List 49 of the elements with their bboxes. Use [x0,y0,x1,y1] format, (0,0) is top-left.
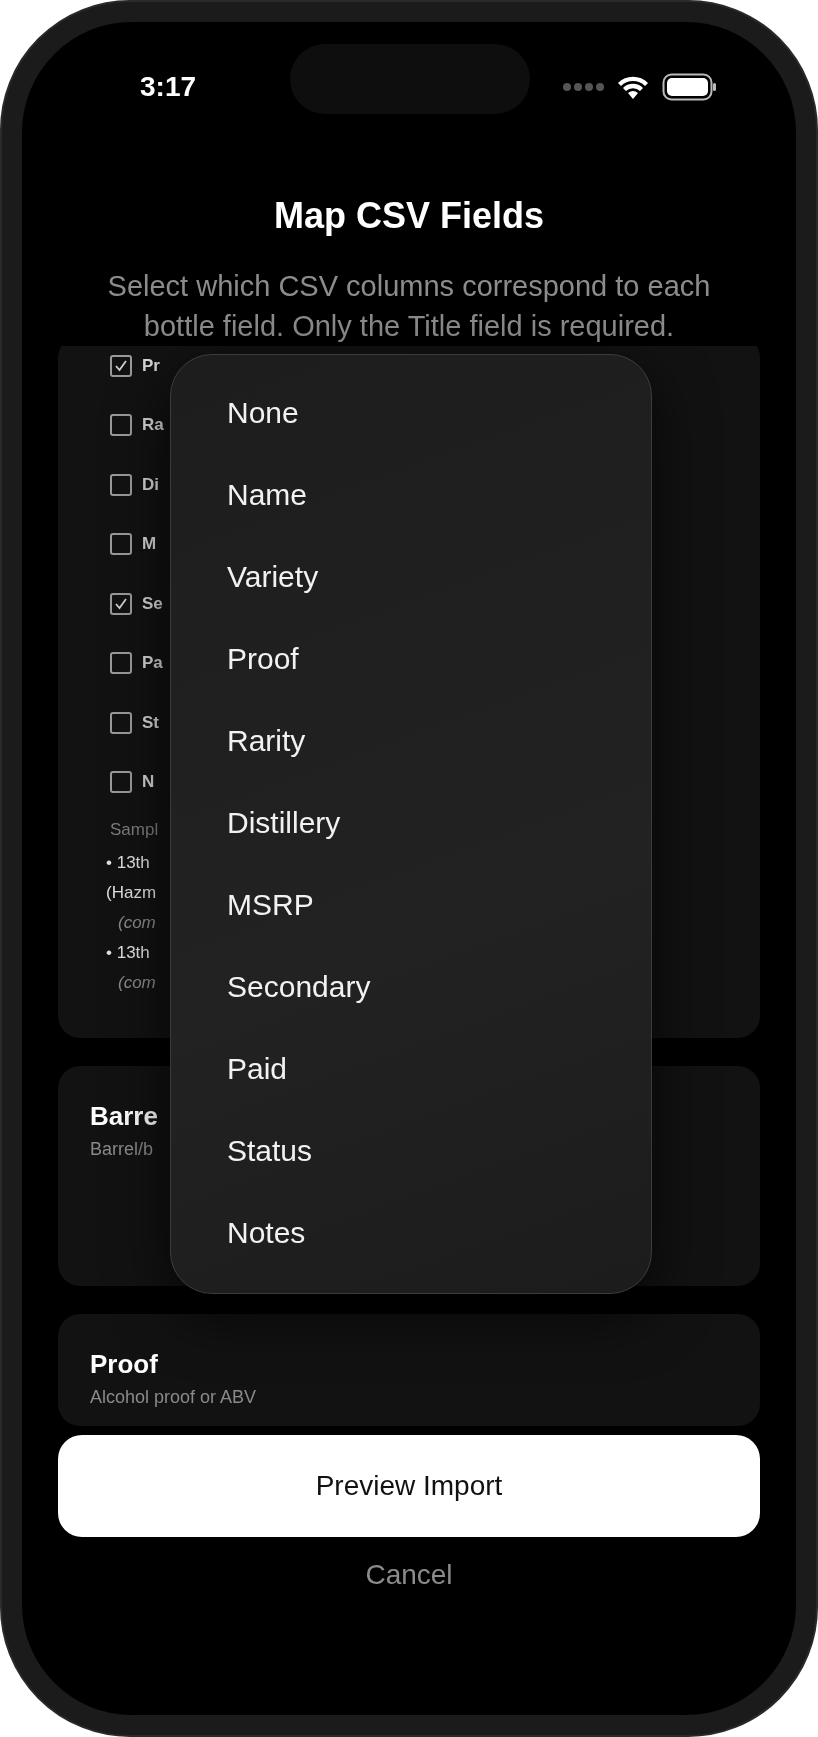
signal-icon [562,82,604,92]
menu-item[interactable]: Distillery [171,782,651,864]
cancel-button[interactable]: Cancel [345,1545,473,1605]
column-label: Di [142,474,159,495]
column-label: Pa [142,653,163,674]
battery-icon [662,73,718,101]
menu-item[interactable]: Paid [171,1028,651,1110]
field-description: Barrel/b [90,1138,154,1161]
sample-text: (Hazm [106,882,157,904]
field-title: Proof [90,1348,158,1380]
field-description: Alcohol proof or ABV [90,1386,257,1409]
check-icon [114,596,128,611]
column-label: Ra [142,415,164,436]
field-title: Barre [90,1100,158,1132]
check-icon [114,358,128,373]
menu-item[interactable]: Name [171,454,651,536]
wifi-icon [616,74,650,100]
column-label: M [142,534,157,555]
instructions-text: Select which CSV columns correspond to each [106,269,712,304]
column-label: Se [142,593,163,614]
status-time: 3:17 [140,71,197,103]
checkbox[interactable] [110,533,132,556]
checkbox[interactable] [110,354,132,377]
preview-import-button[interactable]: Preview Import [58,1435,760,1537]
menu-item[interactable]: Notes [171,1192,651,1274]
dropdown-menu[interactable]: None Name Variety Proof Rarity Distillery MSRP Secondary Paid Status Notes [170,354,652,1294]
menu-item[interactable]: Rarity [171,700,651,782]
checkbox[interactable] [110,592,132,615]
column-label: St [142,712,159,733]
screen-title: Map CSV Fields [272,194,546,238]
sample-text: • 13th [106,852,150,874]
checkbox[interactable] [110,473,132,496]
menu-item[interactable]: MSRP [171,864,651,946]
menu-item[interactable]: Proof [171,618,651,700]
menu-item[interactable]: Secondary [171,946,651,1028]
checkbox[interactable] [110,652,132,675]
sample-text: (com [118,912,156,934]
checkbox[interactable] [110,771,132,794]
menu-item[interactable]: None [171,372,651,454]
column-label: Pr [142,355,160,376]
checkbox[interactable] [110,414,132,437]
sample-text: • 13th [106,942,150,964]
menu-item[interactable]: Variety [171,536,651,618]
checkbox[interactable] [110,711,132,734]
column-label: N [142,772,155,793]
menu-item[interactable]: Status [171,1110,651,1192]
instructions-text: bottle field. Only the Title field is required. [142,309,676,344]
sample-text: (com [118,972,156,994]
sample-label: Sampl [110,819,159,841]
